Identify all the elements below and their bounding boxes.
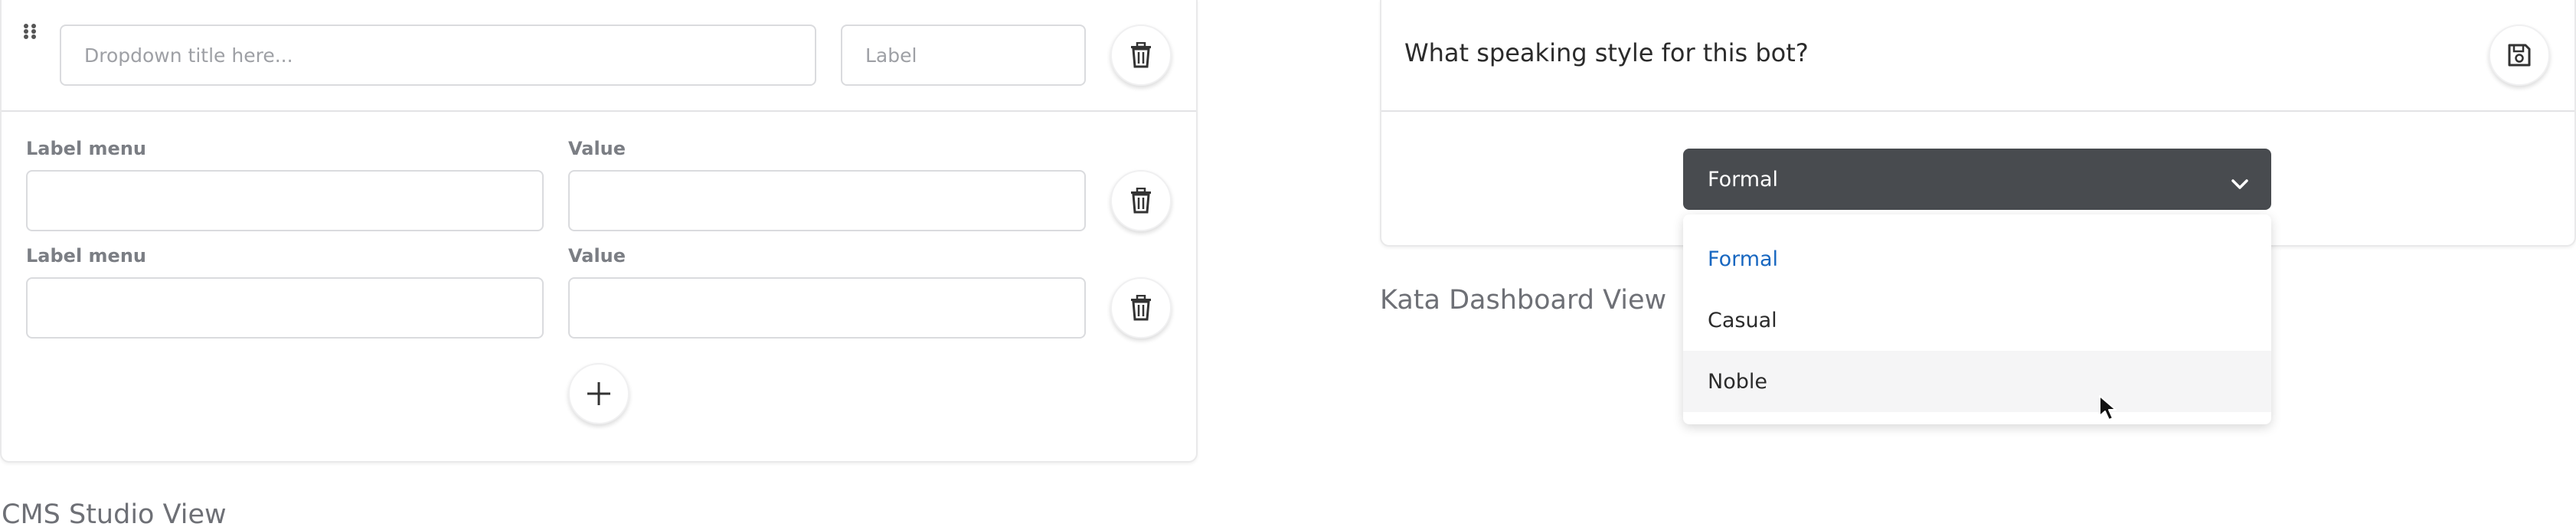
- add-row-button[interactable]: [568, 363, 629, 424]
- label-menu-header: Label menu: [26, 138, 146, 159]
- value-input[interactable]: [568, 277, 1086, 339]
- cms-caption: CMS Studio View: [2, 499, 227, 530]
- mouse-pointer-icon: [2098, 394, 2118, 425]
- dropdown-title-placeholder: Dropdown title here...: [84, 44, 293, 67]
- label-placeholder: Label: [865, 44, 917, 67]
- floppy-disk-icon: [2507, 43, 2532, 67]
- divider: [1381, 110, 2574, 112]
- option-noble[interactable]: Noble: [1683, 351, 2271, 412]
- value-header: Value: [568, 245, 626, 267]
- divider: [2, 110, 1196, 112]
- delete-row-button[interactable]: [1110, 170, 1172, 231]
- option-formal[interactable]: Formal: [1683, 228, 2271, 290]
- delete-row-button[interactable]: [1110, 277, 1172, 339]
- question-text: What speaking style for this bot?: [1404, 38, 1809, 67]
- trash-icon: [1129, 295, 1152, 321]
- delete-dropdown-button[interactable]: [1110, 25, 1172, 86]
- label-input[interactable]: Label: [841, 25, 1086, 86]
- value-input[interactable]: [568, 170, 1086, 231]
- save-button[interactable]: [2489, 25, 2550, 86]
- drag-handle-icon[interactable]: [23, 23, 38, 43]
- selected-value: Formal: [1708, 167, 1779, 191]
- trash-icon: [1129, 42, 1152, 68]
- speaking-style-select[interactable]: Formal: [1683, 149, 2271, 210]
- label-menu-input[interactable]: [26, 277, 544, 339]
- plus-icon: [586, 381, 612, 407]
- speaking-style-menu: Formal Casual Noble: [1683, 214, 2271, 424]
- label-menu-header: Label menu: [26, 245, 146, 267]
- value-header: Value: [568, 138, 626, 159]
- chevron-down-icon: [2231, 172, 2248, 195]
- option-casual[interactable]: Casual: [1683, 290, 2271, 351]
- label-menu-input[interactable]: [26, 170, 544, 231]
- dropdown-title-input[interactable]: Dropdown title here...: [60, 25, 816, 86]
- kata-caption: Kata Dashboard View: [1380, 285, 1667, 316]
- trash-icon: [1129, 188, 1152, 214]
